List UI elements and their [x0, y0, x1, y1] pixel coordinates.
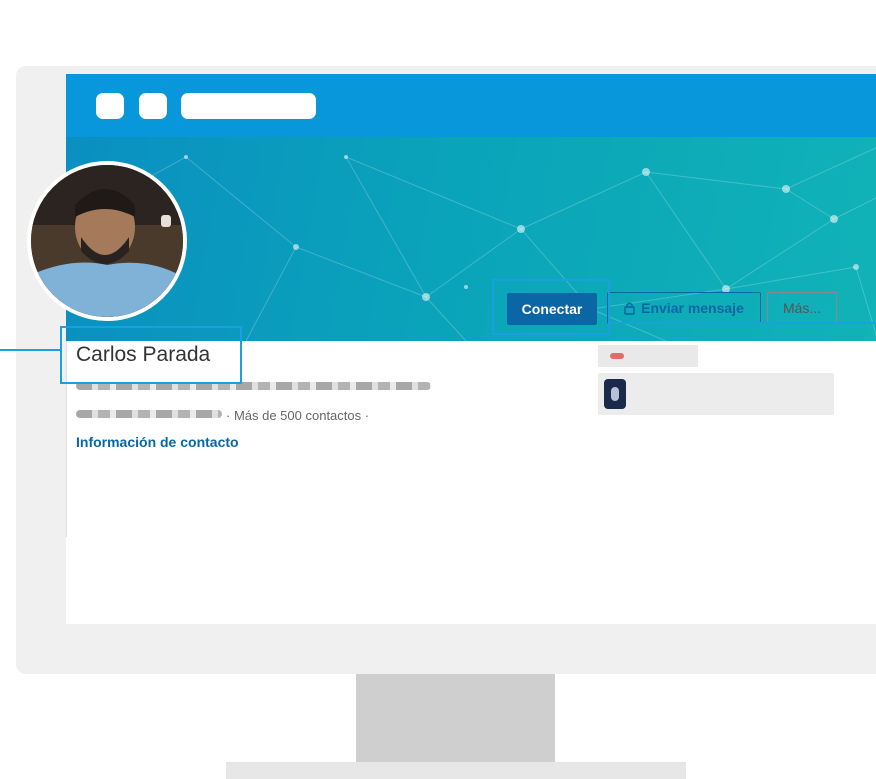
blurred-education-line: [598, 373, 834, 415]
window-button[interactable]: [96, 93, 124, 119]
more-button[interactable]: Más...: [767, 292, 837, 324]
connect-highlight: [492, 279, 610, 335]
monitor-stand-neck: [356, 674, 555, 762]
connections-count: · Más de 500 contactos ·: [226, 408, 370, 423]
connect-callout-line: [610, 322, 876, 324]
address-bar[interactable]: [181, 93, 316, 119]
name-highlight: [60, 326, 242, 384]
profile-avatar[interactable]: [27, 161, 187, 321]
name-callout-line: [0, 349, 60, 351]
person-photo: [31, 165, 183, 317]
monitor-stand-base: [226, 762, 686, 779]
send-message-button[interactable]: Enviar mensaje: [607, 292, 761, 324]
window-button[interactable]: [139, 93, 167, 119]
send-message-label: Enviar mensaje: [641, 300, 744, 316]
blurred-location: [76, 410, 222, 418]
contact-info-link[interactable]: Información de contacto: [76, 434, 239, 450]
browser-toolbar: [66, 74, 876, 137]
lock-icon: [624, 302, 635, 315]
blurred-company-line: [598, 345, 698, 367]
school-logo: [604, 379, 626, 409]
